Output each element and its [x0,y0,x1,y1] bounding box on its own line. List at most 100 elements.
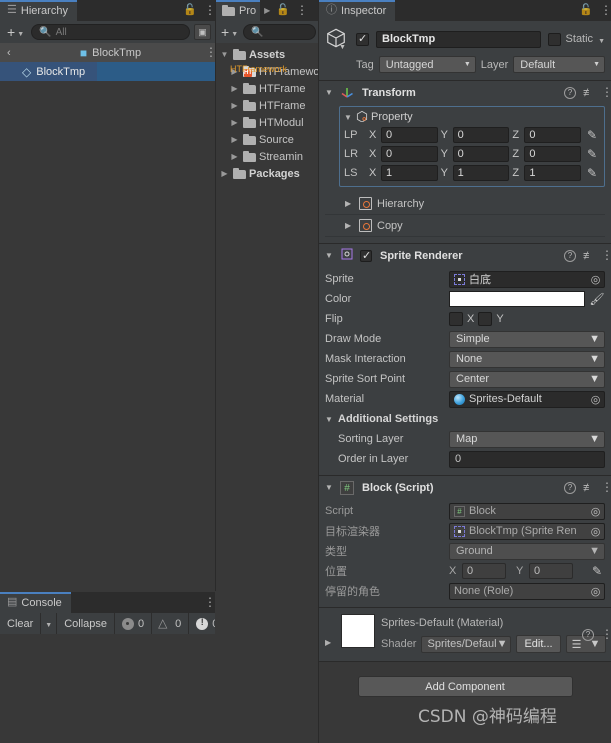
lr-x-input[interactable]: 0 [381,145,438,162]
transform-subsection-hierarchy[interactable]: ▶ Hierarchy [325,193,605,215]
game-object-enabled-checkbox[interactable] [356,32,369,46]
transform-subsection-copy[interactable]: ▶ Copy [325,215,605,237]
overflow-arrow-icon[interactable]: ▶ [264,6,270,15]
game-object-name-input[interactable]: BlockTmp [376,30,541,48]
foldout-arrow-icon[interactable]: ▼ [325,88,334,97]
additional-settings-foldout[interactable]: ▼ Additional Settings [325,409,605,429]
add-component-button[interactable]: Add Component [357,676,573,697]
create-asset-button[interactable]: + ▼ [218,24,241,40]
lp-x-input[interactable]: 0 [381,126,438,143]
sprite-renderer-header[interactable]: ▼ Sprite Renderer ? ≢ ⋮ [319,244,611,267]
project-item-htframe-1[interactable]: ▶ HTFrame [216,80,318,97]
lr-z-input[interactable]: 0 [524,145,582,162]
object-picker-icon[interactable]: ◎ [589,585,602,598]
chevron-right-icon[interactable]: ▶ [229,101,240,110]
block-script-header[interactable]: ▼ # Block (Script) ? ≢ ⋮ [319,476,611,499]
pencil-icon[interactable]: ✎ [584,128,600,142]
flip-y-checkbox[interactable] [478,312,493,326]
preset-icon[interactable]: ≢ [583,482,594,494]
visibility-toggle-icon[interactable]: ▣ [194,24,211,40]
kebab-menu-icon[interactable]: ⋮ [296,4,308,16]
sorting-layer-dropdown[interactable]: Map ▼ [449,430,605,448]
project-item-packages[interactable]: ▶ Packages [216,165,318,182]
project-item-streaming[interactable]: ▶ Streamin [216,148,318,165]
project-item-htframework[interactable]: ▶ HT HTFramework HTFramework [216,63,318,80]
chevron-right-icon[interactable]: ▶ [229,135,240,144]
position-y-input[interactable]: 0 [529,563,573,579]
transform-header[interactable]: ▼ Transform ? ≢ ⋮ [319,81,611,104]
static-checkbox[interactable] [547,32,561,46]
target-renderer-object-field[interactable]: BlockTmp (Sprite Ren ◎ [449,522,605,540]
project-item-htframe-2[interactable]: ▶ HTFrame [216,97,318,114]
material-object-field[interactable]: Sprites-Default ◎ [449,390,605,408]
hierarchy-item-blocktmp[interactable]: ◇ BlockTmp [0,62,215,81]
foldout-arrow-icon[interactable]: ▼ [344,113,353,122]
sprite-renderer-enabled-checkbox[interactable] [360,249,372,262]
edit-shader-button[interactable]: Edit... [516,635,561,653]
foldout-arrow-icon[interactable]: ▼ [325,415,334,424]
help-icon[interactable]: ? [582,628,594,641]
kebab-menu-icon[interactable]: ⋮ [600,4,611,16]
message-count-toggle[interactable]: 0 [115,613,153,634]
ls-z-input[interactable]: 1 [524,164,582,181]
kebab-menu-icon[interactable]: ⋮ [601,481,611,493]
color-swatch[interactable] [449,291,585,307]
sprite-object-field[interactable]: 白底 ◎ [449,270,605,288]
ls-y-input[interactable]: 1 [452,164,510,181]
foldout-arrow-icon[interactable]: ▶ [345,199,354,208]
chevron-down-icon[interactable]: ▼ [219,50,230,59]
help-icon[interactable]: ? [564,249,576,262]
lp-z-input[interactable]: 0 [524,126,582,143]
chevron-down-icon[interactable]: ▼ [598,38,605,45]
object-picker-icon[interactable]: ◎ [589,393,602,406]
chevron-right-icon[interactable]: ▶ [229,152,240,161]
eyedropper-icon[interactable]: 🖌 [589,292,605,306]
foldout-arrow-icon[interactable]: ▼ [325,251,334,260]
help-icon[interactable]: ? [564,481,576,494]
error-count-toggle[interactable]: 0 [189,613,215,634]
type-dropdown[interactable]: Ground ▼ [449,542,605,560]
object-picker-icon[interactable]: ◎ [589,273,602,286]
mask-interaction-dropdown[interactable]: None ▼ [449,350,605,368]
kebab-menu-icon[interactable]: ⋮ [601,249,611,261]
collapse-button[interactable]: Collapse [57,613,116,634]
project-item-htmodule[interactable]: ▶ HTModul [216,114,318,131]
kebab-menu-icon[interactable]: ⋮ [601,628,611,640]
object-picker-icon[interactable]: ◎ [589,525,602,538]
chevron-right-icon[interactable]: ▶ [229,118,240,127]
flip-x-checkbox[interactable] [449,312,463,326]
panel-divider-right[interactable] [318,0,319,743]
pencil-icon[interactable]: ✎ [584,166,600,180]
tab-inspector[interactable]: ⓘ Inspector [319,0,396,21]
tab-hierarchy[interactable]: ☰ Hierarchy [0,0,77,21]
tab-project[interactable]: Pro [216,0,261,21]
back-arrow-icon[interactable]: ‹ [7,47,11,59]
hierarchy-breadcrumb[interactable]: ‹ ■ BlockTmp ⋮ [0,43,215,62]
kebab-menu-icon[interactable]: ⋮ [204,4,215,16]
property-group-header[interactable]: ▼ Property [344,109,600,125]
foldout-arrow-icon[interactable]: ▼ [325,483,334,492]
chevron-right-icon[interactable]: ▶ [219,169,230,178]
lock-icon[interactable]: 🔓 [276,5,290,16]
role-object-field[interactable]: None (Role) ◎ [449,582,605,600]
help-icon[interactable]: ? [564,86,576,99]
chevron-right-icon[interactable]: ▶ [229,84,240,93]
expand-arrow-icon[interactable]: ▶ [325,614,335,653]
tag-dropdown[interactable]: Untagged ▼ [378,56,476,73]
foldout-arrow-icon[interactable]: ▶ [345,221,354,230]
preset-icon[interactable]: ≢ [583,87,594,99]
preset-icon[interactable]: ≢ [583,250,594,262]
pencil-icon[interactable]: ✎ [589,564,605,578]
project-item-source[interactable]: ▶ Source [216,131,318,148]
project-search-input[interactable]: 🔍 [243,24,316,40]
sprite-sort-point-dropdown[interactable]: Center ▼ [449,370,605,388]
lp-y-input[interactable]: 0 [452,126,510,143]
shader-dropdown[interactable]: Sprites/Defaul ▼ [421,635,512,653]
layer-dropdown[interactable]: Default ▼ [513,56,605,73]
breadcrumb-menu-icon[interactable]: ⋮ [205,46,215,58]
chevron-down-icon[interactable]: ▼ [339,44,346,51]
draw-mode-dropdown[interactable]: Simple ▼ [449,330,605,348]
kebab-menu-icon[interactable]: ⋮ [601,86,611,98]
panel-divider-left[interactable] [215,0,216,591]
ls-x-input[interactable]: 1 [381,164,438,181]
